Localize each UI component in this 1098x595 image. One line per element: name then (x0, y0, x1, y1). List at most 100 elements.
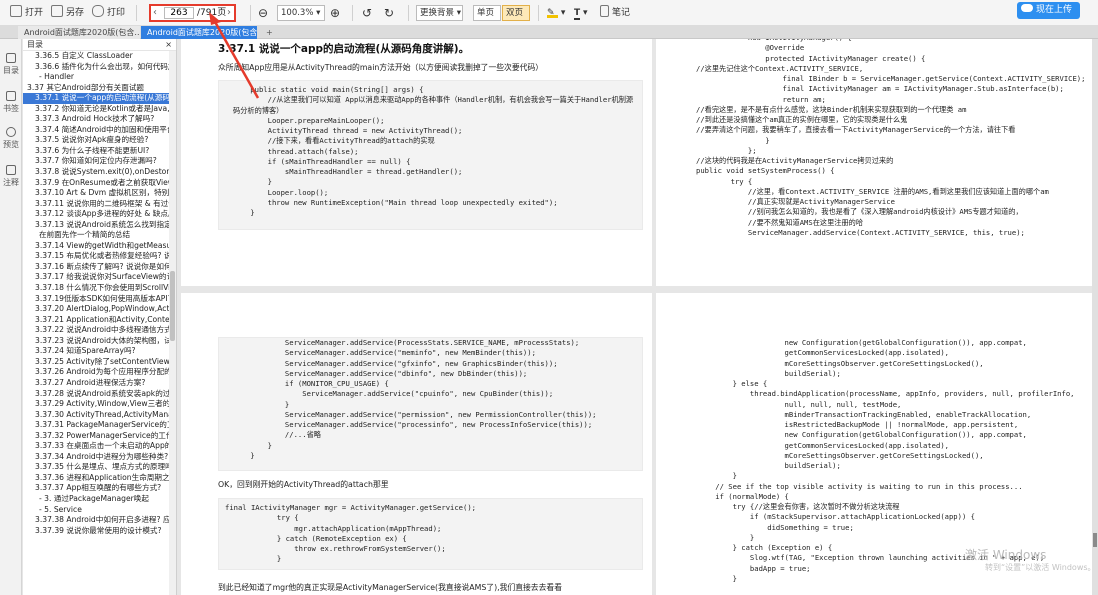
toc-panel-button[interactable]: 目录 (0, 53, 22, 76)
toc-item[interactable]: 3.37.9 在OnResume或者之前获取View的 (23, 178, 176, 189)
code-line: //...省略 (233, 430, 321, 440)
toc-item[interactable]: 3.37.19低版本SDK如何使用高版本API? (23, 294, 176, 305)
toc-item[interactable]: 3.37.2 你知道无论是Kotlin或者是Java,我们 (23, 104, 176, 115)
toc-item[interactable]: 3.37.24 知道SpareArray吗? (23, 346, 176, 357)
code-line: } (233, 399, 290, 409)
annotation-icon (6, 165, 16, 175)
bookmark-panel-button[interactable]: 书签 (0, 91, 22, 114)
code-line: didSomething = true; (698, 522, 854, 532)
highlight-pen-icon[interactable]: ✎ ▾ (547, 5, 565, 21)
code-line: throw ex.rethrowFromSystemServer(); (225, 544, 446, 553)
toc-item[interactable]: 3.37.3 Android Hock技术了解吗? (23, 114, 176, 125)
prev-page-button[interactable]: ‹ (153, 6, 157, 20)
toc-item[interactable]: 3.37.11 说说你用的二维码框架 & 有过优 (23, 199, 176, 210)
annotation-panel-button[interactable]: 注释 (0, 165, 22, 188)
toc-item[interactable]: 3.37.5 说说你对Apk瘦身的经验? (23, 135, 176, 146)
toc-item[interactable]: 3.37.20 AlertDialog,PopWindow,Activit (23, 304, 176, 315)
print-button[interactable]: 打印 (92, 5, 125, 21)
toc-item[interactable]: 3.37.31 PackageManagerService的工作 (23, 420, 176, 431)
toc-item-selected[interactable]: 3.37.1 说说一个app的启动流程(从源码角度讲解) (23, 93, 176, 104)
rotate-right-icon[interactable]: ↻ (384, 5, 394, 21)
toc-item[interactable]: 3.37.16 断点续传了解吗? 说说你是如何实 (23, 262, 176, 273)
toc-item[interactable]: 3.37.10 Art & Dvm 虚拟机区别，特别是 (23, 188, 176, 199)
toc-item[interactable]: 3.37.17 给我说说你对SurfaceView的认识 (23, 272, 176, 283)
document-tab[interactable]: Android面试题库2020版(包含... (18, 26, 140, 39)
toc-item[interactable]: 3.37.13 说说Android系统怎么找到指定的 (23, 220, 176, 231)
toolbar-divider (352, 5, 353, 21)
background-select[interactable]: 更换背景 ▾ (416, 5, 463, 21)
toc-item[interactable]: 3.37.34 Android中进程分为哪些种类? (23, 452, 176, 463)
toc-item[interactable]: 3.37.15 布局优化或者热修复经验吗? 说说 (23, 251, 176, 262)
toc-item[interactable]: - Handler (23, 72, 176, 83)
toc-item[interactable]: 3.37.30 ActivityThread,ActivityManager (23, 410, 176, 421)
left-panel-strip: 目录 书签 预览 注释 (0, 39, 22, 595)
text-color-icon[interactable]: T ▾ (574, 5, 588, 21)
toc-item[interactable]: 3.37.39 说说你最常使用的设计模式? (23, 526, 176, 537)
toc-item[interactable]: 3.37 其它Android部分有关面试题 (23, 83, 176, 94)
toc-item[interactable]: 3.37.22 说说Android中多线程通信方式? (23, 325, 176, 336)
toc-item[interactable]: 3.37.7 你知道如何定位内存泄漏吗? (23, 156, 176, 167)
code-line: } else { (698, 379, 768, 388)
toc-item[interactable]: 3.37.28 说说Android系统安装apk的过程 (23, 389, 176, 400)
code-line: return am; (696, 94, 826, 104)
toc-item[interactable]: 3.36.5 自定义 ClassLoader (23, 51, 176, 62)
toc-scrollbar-thumb[interactable] (170, 271, 175, 341)
toc-item[interactable]: 3.37.8 说说System.exit(0),onDestory(),A (23, 167, 176, 178)
document-tab-active[interactable]: Android面试题库2020版(包含...× (141, 26, 257, 39)
toc-item[interactable]: 3.37.18 什么情况下你会使用到ScrollView (23, 283, 176, 294)
zoom-select[interactable]: 100.3% ▾ (277, 5, 325, 21)
list-icon (6, 53, 16, 63)
zoom-in-icon[interactable]: ⊕ (330, 5, 340, 21)
toc-item[interactable]: 3.37.12 谈谈App多进程的好处 & 缺点。 (23, 209, 176, 220)
code-line: } (696, 135, 770, 145)
toc-item[interactable]: 3.37.33 在桌面点击一个未启动的App的流 (23, 441, 176, 452)
toc-item[interactable]: 3.37.36 进程和Application生命周期之间 (23, 473, 176, 484)
code-line: null, null, null, testMode, (698, 399, 902, 409)
toc-item[interactable]: - 5. Service (23, 505, 176, 516)
toc-item[interactable]: 3.37.27 Android进程保活方案? (23, 378, 176, 389)
code-line: //真正实现就是ActivityManagerService (696, 197, 895, 206)
toc-item[interactable]: - 3. 通过PackageManager唤起 (23, 494, 176, 505)
code-line: public void setSystemProcess() { (696, 166, 835, 176)
toc-item[interactable]: 3.37.14 View的getWidth和getMeasure (23, 241, 176, 252)
upload-button[interactable]: 现在上传 (1017, 2, 1080, 19)
toc-item[interactable]: 3.37.32 PowerManagerService的工作方 (23, 431, 176, 442)
next-page-button[interactable]: › (227, 6, 231, 20)
viewer-scrollbar[interactable] (1092, 39, 1098, 595)
toc-item[interactable]: 在前面先作一个精简的总结 (23, 230, 176, 241)
single-label: 单页 (477, 8, 495, 18)
code-line: sMainThreadHandler = thread.getHandler()… (233, 167, 463, 176)
rotate-left-icon[interactable]: ↺ (362, 5, 372, 21)
page-total: /791页 (197, 8, 227, 18)
viewer-scrollbar-thumb[interactable] (1093, 533, 1097, 547)
close-toc-icon[interactable]: × (165, 39, 172, 51)
toc-scrollbar[interactable] (169, 51, 176, 595)
page-number-input[interactable] (164, 7, 194, 19)
toolbar-divider (408, 5, 409, 21)
preview-panel-button[interactable]: 预览 (0, 127, 22, 150)
toc-item[interactable]: 3.37.4 简述Android中的加固和使用平台 (23, 125, 176, 136)
toc-item[interactable]: 3.37.23 说说Android大体的架构图，试着 (23, 336, 176, 347)
toc-item[interactable]: 3.37.6 为什么子线程不能更新UI? (23, 146, 176, 157)
saveas-button[interactable]: 另存 (51, 5, 84, 21)
toc-item[interactable]: 3.37.37 App相互唤醒的有哪些方式? (23, 483, 176, 494)
toc-item[interactable]: 3.37.38 Android中如何开启多进程? 应用 (23, 515, 176, 526)
code-line: 码分析的博客） (233, 105, 284, 115)
toc-item[interactable]: 3.37.26 Android为每个应用程序分配的内 (23, 367, 176, 378)
toolbar-divider (136, 5, 137, 21)
toc-item[interactable]: 3.37.29 Activity,Window,View三者的关系 (23, 399, 176, 410)
double-page-button[interactable]: 双页 (502, 5, 530, 21)
code-line: new Configuration(getGlobalConfiguration… (698, 430, 1027, 440)
note-button[interactable]: 笔记 (600, 5, 630, 21)
open-button[interactable]: 打开 (10, 5, 43, 21)
toc-item[interactable]: 3.37.21 Application和Activity,Context的 (23, 315, 176, 326)
toc-item[interactable]: 3.37.35 什么是埋点、埋点方式的原理吗? (23, 462, 176, 473)
new-tab-button[interactable]: + (260, 26, 279, 39)
zoom-out-icon[interactable]: ⊖ (258, 5, 268, 21)
code-line: final IBinder b = ServiceManager.getServ… (696, 74, 1086, 83)
zoom-value: 100.3% (281, 8, 314, 18)
double-label: 双页 (506, 8, 524, 18)
toc-item[interactable]: 3.36.6 插件化为什么会出现，如何代码加 (23, 62, 176, 73)
single-page-button[interactable]: 单页 (473, 5, 501, 21)
toc-item[interactable]: 3.37.25 Activity除了setContentView可以 (23, 357, 176, 368)
